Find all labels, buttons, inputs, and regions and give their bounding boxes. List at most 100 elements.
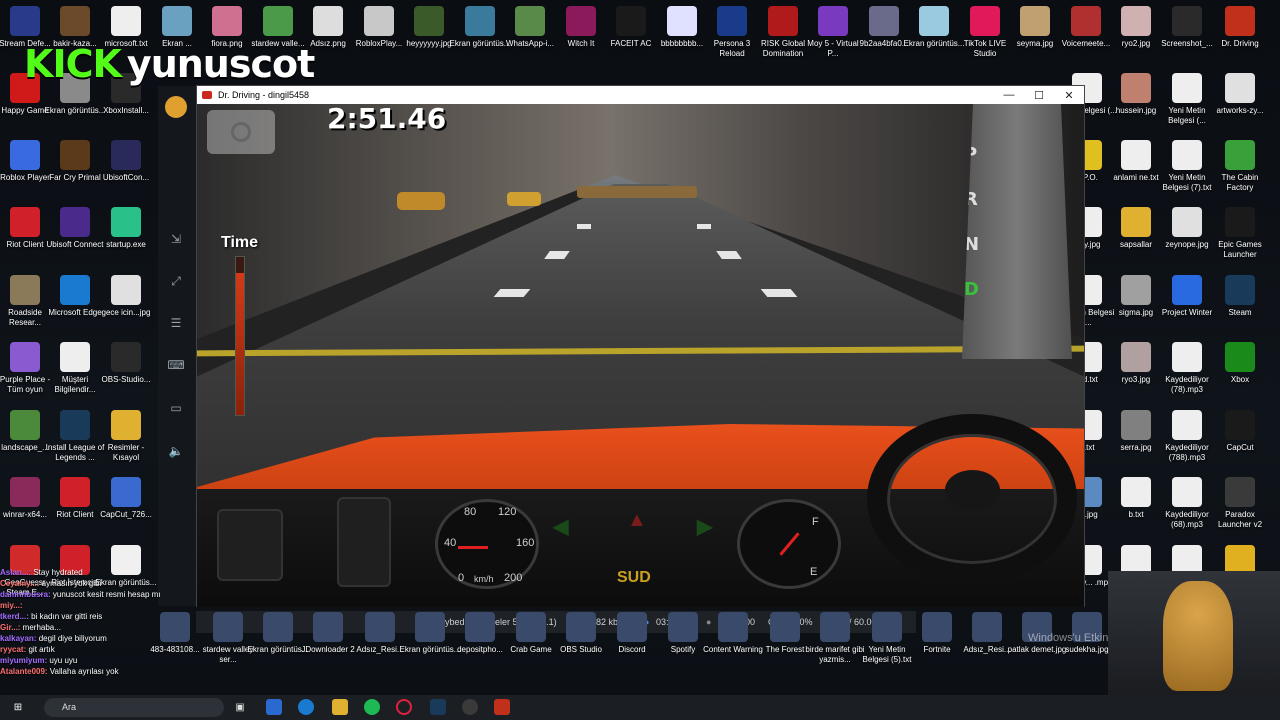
image-icon bbox=[162, 6, 192, 36]
desktop-icon[interactable]: Paradox Launcher v2 bbox=[1209, 477, 1271, 530]
desktop-icon[interactable]: CapCut bbox=[1209, 410, 1271, 453]
game-icon bbox=[718, 612, 748, 642]
label-icon[interactable]: ▭ bbox=[167, 401, 185, 415]
desktop-icon[interactable]: The Cabin Factory bbox=[1209, 140, 1271, 193]
image-icon bbox=[465, 612, 495, 642]
webcam-overlay bbox=[1108, 571, 1280, 695]
settings-icon[interactable]: ☰ bbox=[167, 316, 185, 330]
camera-button[interactable] bbox=[207, 110, 275, 154]
image-icon bbox=[263, 6, 293, 36]
game-icon bbox=[1172, 275, 1202, 305]
kick-brand: KICK bbox=[24, 42, 122, 86]
game-icon bbox=[818, 6, 848, 36]
gas-pedal[interactable] bbox=[337, 497, 391, 587]
spotify-icon[interactable] bbox=[364, 699, 380, 715]
archive-icon bbox=[10, 477, 40, 507]
car-icon[interactable] bbox=[494, 699, 510, 715]
game-viewport[interactable]: P R N D 0 40 80 120 160 200 km/h ◀ ▲ ▶ F bbox=[197, 104, 1084, 607]
brand-logo: SUD bbox=[617, 569, 651, 586]
desktop-icon-label: artworks-zy... bbox=[1216, 106, 1264, 115]
avatar[interactable] bbox=[165, 96, 187, 118]
desktop-icon[interactable]: Steam bbox=[1209, 275, 1271, 318]
fuel-needle bbox=[779, 532, 800, 556]
enter-icon[interactable]: ⇲ bbox=[167, 232, 185, 246]
game-window[interactable]: Dr. Driving - dingil5458 — ☐ ✕ P R N D bbox=[196, 85, 1085, 607]
obs-icon[interactable] bbox=[462, 699, 478, 715]
edge-icon[interactable] bbox=[298, 699, 314, 715]
fuel-full-label: F bbox=[812, 516, 819, 528]
channel-name: yunuscot bbox=[126, 42, 315, 86]
start-icon[interactable]: ⊞ bbox=[10, 699, 26, 715]
fuel-empty-label: E bbox=[810, 566, 818, 578]
desktop-icon[interactable]: Dr. Driving bbox=[1209, 6, 1271, 49]
desktop-icon[interactable]: CapCut_726... bbox=[95, 477, 157, 520]
desktop-icon[interactable]: startup.exe bbox=[95, 207, 157, 250]
opera-icon[interactable] bbox=[396, 699, 412, 715]
folder-icon bbox=[111, 410, 141, 440]
chat-text: Vallaha ayrılası yok bbox=[49, 667, 119, 676]
desktop-icon-label: Dr. Driving bbox=[1221, 39, 1259, 48]
warning-triangle-icon[interactable]: ▲ bbox=[627, 509, 647, 532]
desktop-icon[interactable]: Resimler - Kısayol bbox=[95, 410, 157, 463]
camera-icon bbox=[231, 122, 251, 142]
chat-message: damnnbusra: yunuscot kesit resmi hesap m… bbox=[0, 589, 210, 600]
desktop-icon[interactable]: UbisoftCon... bbox=[95, 140, 157, 183]
chat-username: kalkayan: bbox=[0, 634, 39, 643]
folder-icon bbox=[1121, 207, 1151, 237]
chat-username: Aslan...: bbox=[0, 568, 34, 577]
image-icon bbox=[1225, 73, 1255, 103]
chat-text: git artık bbox=[28, 645, 55, 654]
desktop-icon-label: UbisoftCon... bbox=[102, 173, 150, 182]
desktop-icon-label: Xbox bbox=[1230, 375, 1250, 384]
chat-username: tkerd...: bbox=[0, 612, 32, 621]
image-icon bbox=[1020, 6, 1050, 36]
desktop-icon[interactable]: OBS-Studio... bbox=[95, 342, 157, 385]
image-icon bbox=[365, 612, 395, 642]
minimize-button[interactable]: — bbox=[994, 86, 1024, 104]
folder-icon[interactable] bbox=[332, 699, 348, 715]
chat-username: Ceyamy...: bbox=[0, 579, 42, 588]
window-titlebar[interactable]: Dr. Driving - dingil5458 — ☐ ✕ bbox=[197, 86, 1084, 104]
traffic-cars bbox=[577, 186, 697, 198]
gear-d[interactable]: D bbox=[962, 279, 1072, 300]
gear-p[interactable]: P bbox=[962, 144, 1072, 165]
maximize-button[interactable]: ☐ bbox=[1024, 86, 1054, 104]
expand-icon[interactable]: ⤢ bbox=[167, 274, 185, 288]
gear-r[interactable]: R bbox=[962, 189, 1072, 210]
desktop-icon[interactable]: Xbox bbox=[1209, 342, 1271, 385]
keyboard-icon[interactable]: ⌨ bbox=[167, 358, 185, 372]
task-view-icon[interactable]: ▣ bbox=[232, 699, 248, 715]
time-bar-fill bbox=[236, 272, 244, 415]
faceit-icon bbox=[616, 6, 646, 36]
close-button[interactable]: ✕ bbox=[1054, 86, 1084, 104]
game-icon bbox=[922, 612, 952, 642]
chat-text: degil diye biliyorum bbox=[38, 634, 107, 643]
speed-tick: 200 bbox=[504, 572, 523, 584]
jdownloader-icon bbox=[313, 612, 343, 642]
image-icon bbox=[415, 612, 445, 642]
desktop-icon[interactable]: gece icin...jpg bbox=[95, 275, 157, 318]
brake-pedal[interactable] bbox=[217, 509, 283, 581]
desktop-icon[interactable]: Epic Games Launcher bbox=[1209, 207, 1271, 260]
volume-icon[interactable]: 🔈 bbox=[167, 444, 185, 458]
steering-wheel[interactable] bbox=[867, 414, 1077, 584]
text-file-icon bbox=[111, 6, 141, 36]
image-icon bbox=[1121, 275, 1151, 305]
image-icon bbox=[820, 612, 850, 642]
lane-marking bbox=[577, 224, 591, 229]
speed-unit: km/h bbox=[474, 574, 494, 584]
image-icon bbox=[313, 6, 343, 36]
image-icon bbox=[213, 612, 243, 642]
gear-n[interactable]: N bbox=[962, 234, 1072, 255]
steam-icon[interactable] bbox=[430, 699, 446, 715]
text-file-icon bbox=[872, 612, 902, 642]
chat-username: Atalante009: bbox=[0, 667, 50, 676]
outlook-icon[interactable] bbox=[266, 699, 282, 715]
game-icon bbox=[10, 342, 40, 372]
right-arrow-icon: ▶ bbox=[697, 516, 713, 538]
gear-shifter[interactable]: P R N D bbox=[962, 104, 1072, 359]
stream-overlay-logo: KICK yunuscot bbox=[24, 42, 315, 86]
image-icon bbox=[869, 6, 899, 36]
search-box[interactable]: Ara bbox=[44, 698, 224, 717]
desktop-icon[interactable]: artworks-zy... bbox=[1209, 73, 1271, 116]
